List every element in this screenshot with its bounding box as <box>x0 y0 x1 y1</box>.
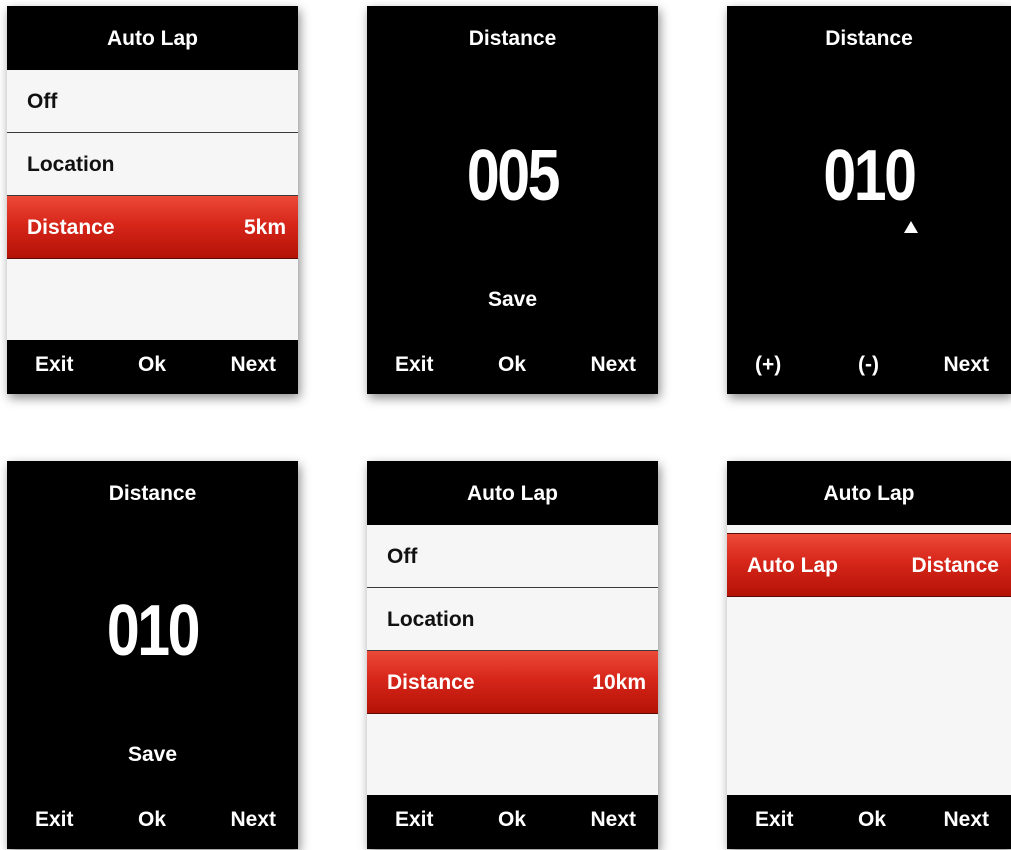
digit-cursor-icon <box>904 221 918 233</box>
menu-item-distance[interactable]: Distance 10km <box>367 651 658 714</box>
screen-title: Distance <box>108 482 197 505</box>
screen-title: Auto Lap <box>823 482 915 505</box>
menu-list: Auto Lap Distance <box>727 525 1011 795</box>
screen-title: Auto Lap <box>467 482 558 505</box>
menu-item-location[interactable]: Location <box>367 588 658 651</box>
ok-button[interactable]: Ok <box>138 795 166 845</box>
menu-item-off[interactable]: Off <box>7 70 298 133</box>
menu-item-off[interactable]: Off <box>367 525 658 588</box>
auto-lap-screen: Auto Lap Off Location Distance 10km Exit… <box>367 461 658 849</box>
distance-screen: Distance 010 Save Exit Ok Next <box>7 461 298 849</box>
exit-button[interactable]: Exit <box>35 795 74 845</box>
menu-item-label: Distance <box>387 671 475 694</box>
next-button[interactable]: Next <box>230 795 276 845</box>
exit-button[interactable]: Exit <box>395 340 434 390</box>
distance-edit-screen: Distance 010 (+) (-) Next <box>727 6 1011 394</box>
screen-title: Distance <box>825 27 913 50</box>
menu-item-label: Location <box>387 608 475 631</box>
next-button[interactable]: Next <box>590 795 636 845</box>
exit-button[interactable]: Exit <box>35 340 74 390</box>
menu-item-location[interactable]: Location <box>7 133 298 196</box>
exit-button[interactable]: Exit <box>395 795 434 845</box>
menu-item-value: 10km <box>592 671 646 694</box>
distance-value: 010 <box>823 136 917 216</box>
auto-lap-summary-screen: Auto Lap Auto Lap Distance Exit Ok Next <box>727 461 1011 849</box>
screen-title: Distance <box>468 27 557 50</box>
menu-list: Off Location Distance 5km <box>7 70 298 340</box>
menu-item-label: Off <box>387 545 418 568</box>
next-button[interactable]: Next <box>230 340 276 390</box>
ok-button[interactable]: Ok <box>498 340 526 390</box>
menu-list: Off Location Distance 10km <box>367 525 658 795</box>
save-button[interactable]: Save <box>367 288 658 312</box>
menu-item-auto-lap[interactable]: Auto Lap Distance <box>727 533 1011 597</box>
save-button[interactable]: Save <box>7 743 298 767</box>
softkey-bar: (+) (-) Next <box>727 340 1011 394</box>
menu-item-label: Location <box>27 153 115 176</box>
distance-screen: Distance 005 Save Exit Ok Next <box>367 6 658 394</box>
softkey-bar: Exit Ok Next <box>367 795 658 849</box>
screen-title: Auto Lap <box>107 27 198 50</box>
softkey-bar: Exit Ok Next <box>7 795 298 849</box>
next-button[interactable]: Next <box>943 340 989 390</box>
exit-button[interactable]: Exit <box>755 795 794 845</box>
distance-value: 005 <box>466 136 561 216</box>
ok-button[interactable]: Ok <box>858 795 886 845</box>
next-button[interactable]: Next <box>943 795 989 845</box>
next-button[interactable]: Next <box>590 340 636 390</box>
menu-item-label: Auto Lap <box>747 554 838 577</box>
menu-item-distance[interactable]: Distance 5km <box>7 196 298 259</box>
softkey-bar: Exit Ok Next <box>727 795 1011 849</box>
softkey-bar: Exit Ok Next <box>7 340 298 394</box>
menu-item-label: Off <box>27 90 58 113</box>
increment-button[interactable]: (+) <box>755 340 781 390</box>
menu-item-label: Distance <box>27 216 115 239</box>
auto-lap-screen: Auto Lap Off Location Distance 5km Exit … <box>7 6 298 394</box>
menu-item-value: 5km <box>243 216 286 239</box>
ok-button[interactable]: Ok <box>498 795 526 845</box>
ok-button[interactable]: Ok <box>138 340 166 390</box>
softkey-bar: Exit Ok Next <box>367 340 658 394</box>
distance-value: 010 <box>106 591 201 671</box>
decrement-button[interactable]: (-) <box>858 340 879 390</box>
menu-item-value: Distance <box>911 554 999 577</box>
